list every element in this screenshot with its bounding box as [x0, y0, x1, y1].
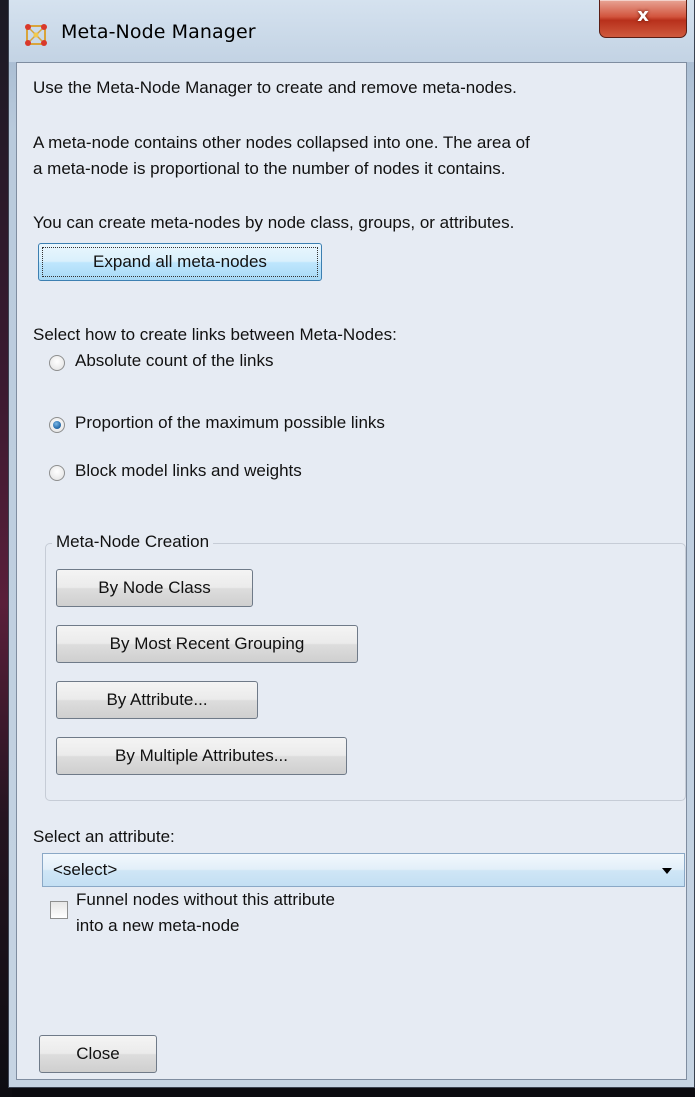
network-app-icon: [25, 24, 47, 46]
expand-all-button[interactable]: Expand all meta-nodes: [38, 243, 322, 281]
by-multiple-attributes-button[interactable]: By Multiple Attributes...: [56, 737, 347, 775]
dialog-content: Use the Meta-Node Manager to create and …: [16, 62, 687, 1080]
attribute-select-value: <select>: [53, 860, 118, 879]
close-icon: x: [637, 5, 649, 26]
meta-node-manager-window: Meta-Node Manager x Use the Meta-Node Ma…: [8, 0, 695, 1088]
intro-text-3: You can create meta-nodes by node class,…: [33, 213, 515, 232]
funnel-label-2: into a new meta-node: [76, 916, 240, 935]
title-bar[interactable]: Meta-Node Manager x: [9, 0, 694, 62]
radio-label: Proportion of the maximum possible links: [75, 413, 385, 432]
radio-label: Block model links and weights: [75, 461, 302, 480]
attribute-label: Select an attribute:: [33, 827, 175, 846]
window-title: Meta-Node Manager: [61, 21, 256, 43]
close-button[interactable]: Close: [39, 1035, 157, 1073]
links-heading: Select how to create links between Meta-…: [33, 325, 397, 344]
by-node-class-button[interactable]: By Node Class: [56, 569, 253, 607]
funnel-label-1: Funnel nodes without this attribute: [76, 890, 335, 909]
chevron-down-icon[interactable]: [662, 868, 672, 874]
attribute-select[interactable]: <select>: [42, 853, 685, 887]
by-attribute-button[interactable]: By Attribute...: [56, 681, 258, 719]
radio-label: Absolute count of the links: [75, 351, 274, 370]
group-title: Meta-Node Creation: [52, 532, 214, 552]
window-close-button[interactable]: x: [599, 0, 687, 38]
radio-button[interactable]: [49, 355, 65, 371]
intro-text-2a: A meta-node contains other nodes collaps…: [33, 133, 530, 152]
intro-text-2b: a meta-node is proportional to the numbe…: [33, 159, 506, 178]
funnel-checkbox[interactable]: [50, 901, 68, 919]
radio-button[interactable]: [49, 465, 65, 481]
focus-indicator: [42, 247, 318, 277]
intro-text-1: Use the Meta-Node Manager to create and …: [33, 78, 517, 97]
radio-button-selected[interactable]: [49, 417, 65, 433]
by-most-recent-grouping-button[interactable]: By Most Recent Grouping: [56, 625, 358, 663]
